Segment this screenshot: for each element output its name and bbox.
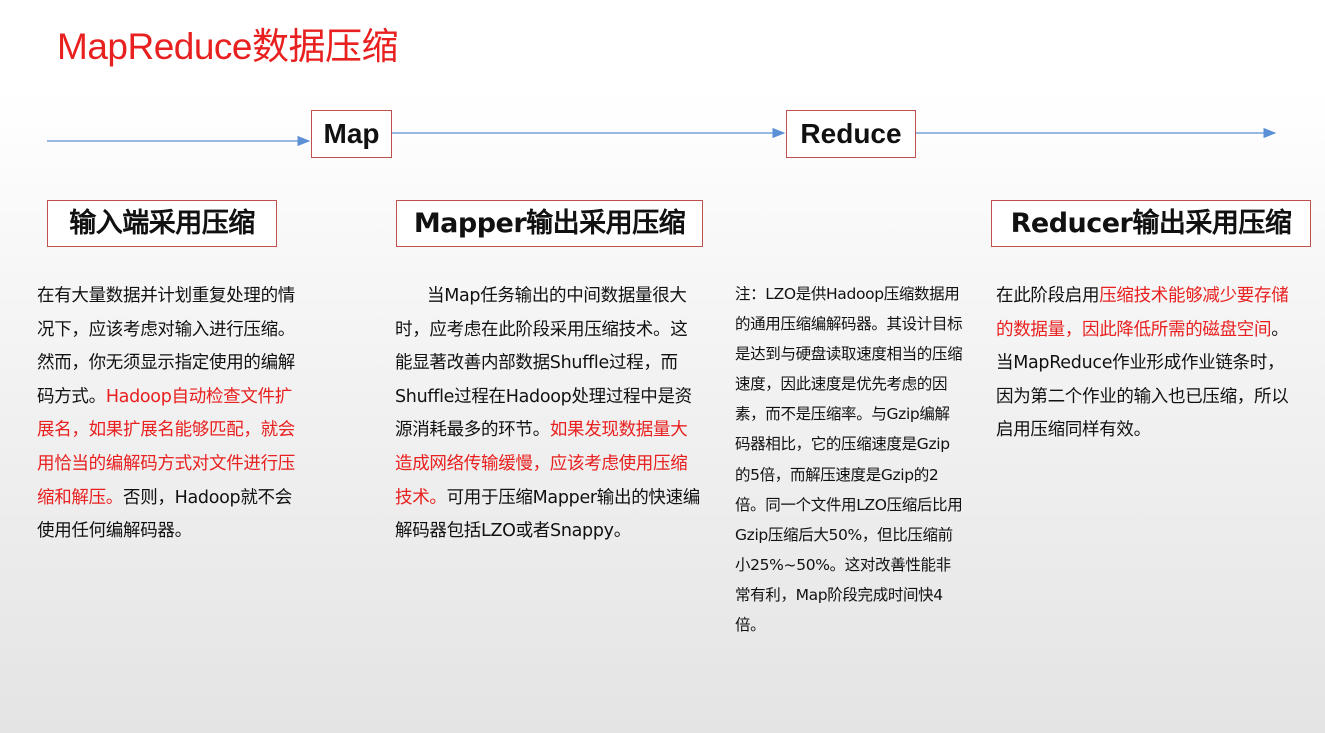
input-compression-heading: 输入端采用压缩 xyxy=(47,200,277,247)
mapper-output-text: 当Map任务输出的中间数据量很大时，应考虑在此阶段采用压缩技术。这能显著改善内部… xyxy=(395,280,700,549)
reducer-text-part1: 在此阶段启用 xyxy=(996,286,1100,306)
map-stage-box: Map xyxy=(311,110,392,158)
lzo-note-text: 注：LZO是供Hadoop压缩数据用的通用压缩编解码器。其设计目标是达到与硬盘读… xyxy=(735,285,963,635)
reduce-stage-box: Reduce xyxy=(786,110,916,158)
mapper-text-part1: 当Map任务输出的中间数据量很大时，应考虑在此阶段采用压缩技术。这能显著改善内部… xyxy=(395,286,692,441)
input-compression-text: 在有大量数据并计划重复处理的情况下，应该考虑对输入进行压缩。然而，你无须显示指定… xyxy=(37,280,295,549)
reducer-output-text: 在此阶段启用压缩技术能够减少要存储的数据量，因此降低所需的磁盘空间。当MapRe… xyxy=(996,280,1296,448)
mapper-output-compression-heading: Mapper输出采用压缩 xyxy=(396,200,703,247)
reducer-output-compression-heading: Reducer输出采用压缩 xyxy=(991,200,1311,247)
